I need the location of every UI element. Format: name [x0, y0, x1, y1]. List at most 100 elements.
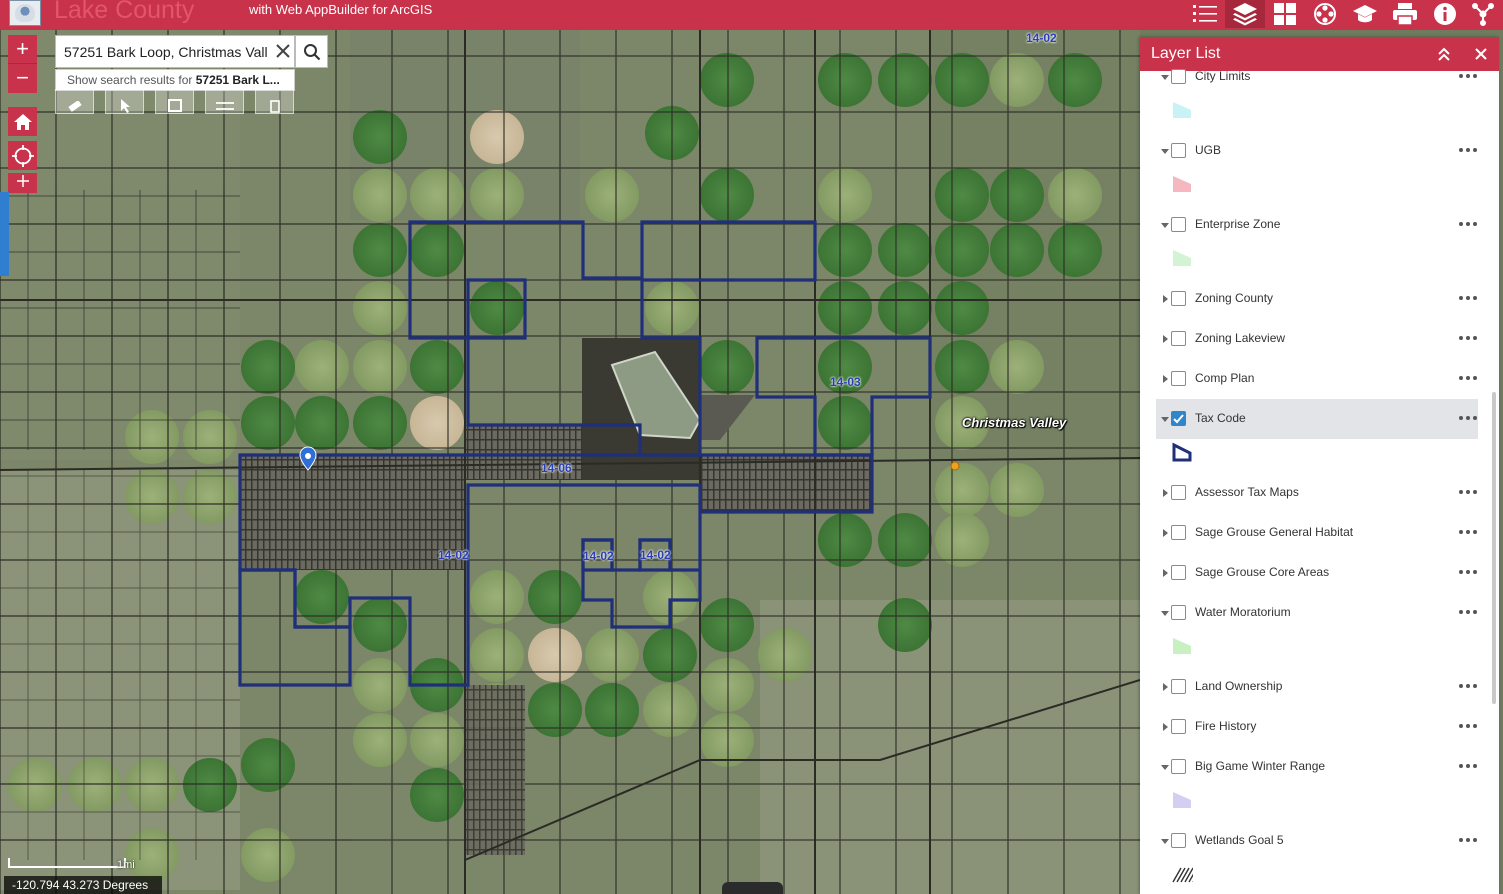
bottom-panel-handle[interactable] — [722, 882, 783, 894]
caret-right-icon[interactable] — [1160, 294, 1170, 304]
layer-row[interactable]: UGB — [1140, 131, 1480, 171]
search-suggestion[interactable]: Show search results for 57251 Bark L... — [55, 69, 295, 91]
more-options-icon[interactable] — [1458, 606, 1478, 618]
print-icon — [1393, 3, 1417, 26]
about-button[interactable] — [1425, 0, 1465, 28]
print-button[interactable] — [1385, 0, 1425, 28]
more-options-icon[interactable] — [1458, 566, 1478, 578]
more-options-icon[interactable] — [1458, 680, 1478, 692]
caret-down-icon[interactable] — [1160, 220, 1170, 230]
more-options-icon[interactable] — [1458, 144, 1478, 156]
more-options-icon[interactable] — [1458, 760, 1478, 772]
layer-row[interactable]: Zoning County — [1140, 279, 1480, 319]
close-icon[interactable] — [274, 42, 292, 60]
coordinate-tool-button[interactable] — [8, 173, 37, 193]
more-options-icon[interactable] — [1458, 526, 1478, 538]
more-options-icon[interactable] — [1458, 486, 1478, 498]
caret-down-icon[interactable] — [1160, 146, 1170, 156]
graduation-cap-icon — [1353, 5, 1377, 23]
layer-row[interactable]: Land Ownership — [1140, 667, 1480, 707]
layer-symbol-icon — [1173, 102, 1191, 118]
caret-right-icon[interactable] — [1160, 334, 1170, 344]
caret-right-icon[interactable] — [1160, 722, 1170, 732]
layer-row[interactable]: Sage Grouse Core Areas — [1140, 553, 1480, 593]
more-options-icon[interactable] — [1458, 218, 1478, 230]
layer-visibility-checkbox[interactable] — [1171, 371, 1186, 386]
more-options-icon[interactable] — [1458, 70, 1478, 82]
layer-visibility-checkbox[interactable] — [1171, 217, 1186, 232]
layer-visibility-checkbox[interactable] — [1171, 719, 1186, 734]
layer-visibility-checkbox[interactable] — [1171, 291, 1186, 306]
tax-code-label: 14-02 — [438, 548, 469, 562]
layer-row[interactable]: Assessor Tax Maps — [1140, 473, 1480, 513]
caret-down-icon[interactable] — [1160, 72, 1170, 82]
layer-visibility-checkbox[interactable] — [1171, 525, 1186, 540]
layer-visibility-checkbox[interactable] — [1171, 679, 1186, 694]
layer-label: Comp Plan — [1195, 371, 1255, 385]
layer-row[interactable]: Big Game Winter Range — [1140, 747, 1480, 787]
place-marker-icon[interactable] — [950, 461, 960, 471]
layer-visibility-checkbox[interactable] — [1171, 331, 1186, 346]
layer-visibility-checkbox[interactable] — [1171, 485, 1186, 500]
home-icon — [13, 113, 32, 130]
caret-right-icon[interactable] — [1160, 374, 1170, 384]
my-location-button[interactable] — [8, 141, 37, 170]
caret-down-icon[interactable] — [1160, 608, 1170, 618]
edit-icon — [167, 99, 182, 112]
layer-label: Sage Grouse Core Areas — [1195, 565, 1330, 579]
layer-row[interactable]: Wetlands Goal 5 — [1140, 821, 1480, 861]
layer-visibility-checkbox[interactable] — [1171, 411, 1186, 426]
search-button[interactable] — [295, 35, 328, 68]
layers-icon — [1233, 3, 1257, 26]
more-options-icon[interactable] — [1458, 332, 1478, 344]
basemap-gallery-icon — [1274, 3, 1296, 25]
caret-right-icon[interactable] — [1160, 488, 1170, 498]
layer-visibility-checkbox[interactable] — [1171, 565, 1186, 580]
layer-visibility-checkbox[interactable] — [1171, 833, 1186, 848]
panel-scrollbar[interactable] — [1492, 392, 1496, 704]
more-options-icon[interactable] — [1458, 834, 1478, 846]
more-options-icon[interactable] — [1458, 412, 1478, 424]
caret-right-icon[interactable] — [1160, 568, 1170, 578]
more-options-icon[interactable] — [1458, 720, 1478, 732]
layer-row[interactable]: Zoning Lakeview — [1140, 319, 1480, 359]
layer-visibility-checkbox[interactable] — [1171, 143, 1186, 158]
home-button[interactable] — [8, 107, 37, 136]
layer-symbol-icon — [1172, 442, 1192, 462]
layer-row[interactable]: City Limits — [1140, 57, 1480, 97]
layer-row[interactable]: Sage Grouse General Habitat — [1140, 513, 1480, 553]
layer-visibility-checkbox[interactable] — [1171, 605, 1186, 620]
layer-row[interactable]: Enterprise Zone — [1140, 205, 1480, 245]
education-button[interactable] — [1345, 0, 1385, 28]
search-input[interactable] — [64, 36, 270, 67]
caret-down-icon[interactable] — [1160, 836, 1170, 846]
edit-tool-button[interactable] — [155, 89, 194, 114]
zoom-out-button[interactable]: − — [8, 64, 37, 93]
caret-down-icon[interactable] — [1160, 414, 1170, 424]
more-options-icon[interactable] — [1458, 372, 1478, 384]
measure-tool-button[interactable] — [55, 89, 94, 114]
legend-button[interactable] — [1185, 0, 1225, 28]
layer-label: Enterprise Zone — [1195, 217, 1281, 231]
layer-visibility-checkbox[interactable] — [1171, 69, 1186, 84]
layer-row[interactable]: Tax Code — [1156, 399, 1478, 439]
caret-right-icon[interactable] — [1160, 528, 1170, 538]
attribute-table-button[interactable] — [255, 89, 294, 114]
map-view[interactable]: 14-02 14-03 14-06 14-02 14-02 14-02 Chri… — [0, 30, 1140, 894]
layer-visibility-checkbox[interactable] — [1171, 759, 1186, 774]
select-tool-button[interactable] — [105, 89, 144, 114]
more-options-icon[interactable] — [1458, 292, 1478, 304]
layer-row[interactable]: Fire History — [1140, 707, 1480, 747]
zoom-in-button[interactable]: + — [8, 35, 37, 64]
layer-row[interactable]: Water Moratorium — [1140, 593, 1480, 633]
app-header: Lake County with Web AppBuilder for ArcG… — [0, 0, 1503, 30]
caret-down-icon[interactable] — [1160, 762, 1170, 772]
coordinate-conversion-button[interactable] — [205, 89, 244, 114]
layer-row[interactable]: Comp Plan — [1140, 359, 1480, 399]
film-button[interactable] — [1305, 0, 1345, 28]
share-button[interactable] — [1463, 0, 1503, 28]
layer-list-button[interactable] — [1225, 0, 1265, 28]
basemap-gallery-button[interactable] — [1265, 0, 1305, 28]
caret-right-icon[interactable] — [1160, 682, 1170, 692]
side-panel-tab[interactable] — [0, 192, 9, 276]
